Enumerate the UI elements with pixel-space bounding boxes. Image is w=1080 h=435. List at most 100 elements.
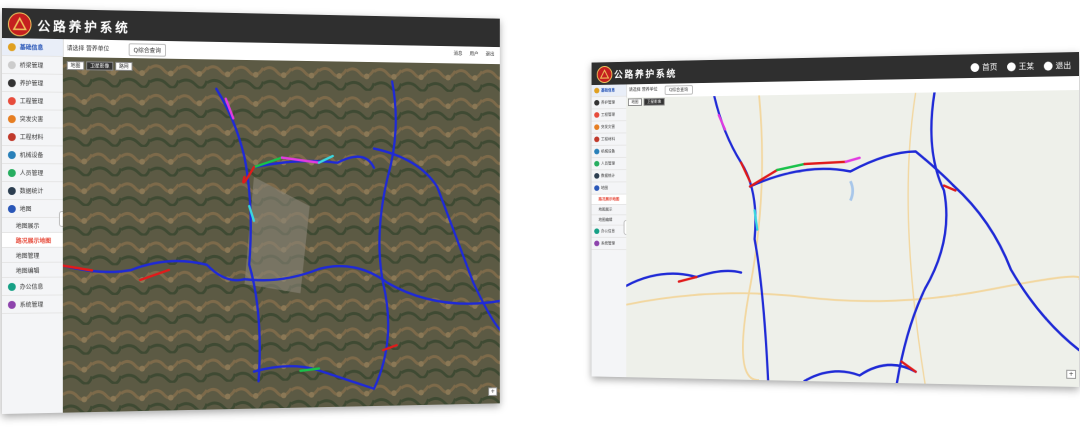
wrench-icon	[7, 78, 16, 87]
sidebar-item[interactable]: 机械设备	[591, 145, 627, 159]
sidebar-item-label: 工程材料	[19, 134, 44, 142]
sidebar-item-label: 地图	[601, 185, 609, 190]
road-map-canvas	[626, 90, 1079, 387]
home-icon	[7, 42, 16, 51]
sidebar-item[interactable]: 地图展示	[591, 204, 627, 216]
logout-label: 退出	[1055, 61, 1072, 71]
sidebar-item[interactable]: 数据统计	[2, 182, 63, 201]
logout-button[interactable]: 退出	[1043, 60, 1072, 72]
sidebar-item[interactable]: 工程材料	[591, 133, 627, 146]
sidebar-item[interactable]: 机械设备	[2, 146, 63, 165]
menu-icon	[594, 173, 600, 179]
sidebar-item[interactable]: 突发灾害	[2, 110, 63, 129]
sidebar-item[interactable]: 路况展示地图	[591, 194, 627, 205]
sidebar-item[interactable]: 地图编辑	[2, 262, 63, 278]
sidebar-item[interactable]: 人员管理	[591, 157, 627, 171]
unit-select[interactable]: 请选择 营养单位	[629, 87, 658, 93]
sidebar-item-label: 系统管理	[19, 301, 44, 309]
sidebar-item[interactable]: 基础信息	[2, 38, 63, 57]
app-title: 公路养护系统	[614, 69, 678, 81]
sidebar-item-label: 路况展示地图	[598, 196, 620, 202]
sidebar-item[interactable]: 系统管理	[2, 295, 63, 314]
map-type-buttons: 地图 卫星影像	[627, 97, 665, 107]
sidebar-item[interactable]: 养护管理	[2, 74, 63, 93]
search-input[interactable]: Q综合查询	[128, 43, 166, 57]
user-icon	[1007, 62, 1016, 72]
gear-icon	[7, 96, 16, 105]
sidebar-item[interactable]: 地图编辑	[591, 215, 627, 226]
logout-link[interactable]: 退出	[486, 51, 495, 58]
zoom-control[interactable]: +	[488, 387, 498, 396]
home-label: 首页	[982, 62, 998, 72]
user-label: 王某	[1018, 61, 1035, 72]
map-button-map[interactable]: 地图	[66, 61, 85, 71]
menu-icon	[594, 136, 600, 143]
messages-link[interactable]: 消息	[453, 50, 462, 57]
sidebar-item[interactable]: 地图	[591, 182, 627, 195]
sidebar-item-label: 地图展示	[15, 222, 40, 230]
sidebar-item[interactable]: 地图	[2, 200, 63, 218]
sidebar-item-label: 突发灾害	[601, 124, 615, 129]
sidebar-item-label: 机械设备	[19, 152, 44, 160]
sidebar-item[interactable]: 办公信息	[591, 225, 627, 238]
sidebar-item[interactable]: 数据统计	[591, 170, 627, 183]
sidebar-item-label: 工程材料	[601, 136, 615, 142]
logout-icon	[1043, 61, 1053, 71]
app-title: 公路养护系统	[37, 19, 131, 37]
sidebar-item-label: 养护管理	[601, 99, 615, 105]
sidebar-item[interactable]: 系统管理	[591, 237, 627, 251]
unit-select[interactable]: 请选择 营养单位	[67, 43, 110, 53]
road-map-window: 公路养护系统 首页 王某 退出 请选择 营养单位 Q综合查询 基础信息 养护管理工…	[591, 52, 1079, 387]
box-icon	[7, 132, 16, 141]
map-button-map[interactable]: 地图	[627, 98, 642, 107]
logo-icon	[7, 12, 32, 37]
search-input[interactable]: Q综合查询	[664, 85, 693, 96]
sidebar-item-label: 突发灾害	[19, 116, 44, 124]
sidebar-item[interactable]: 工程管理	[2, 92, 63, 111]
menu-icon	[594, 160, 600, 167]
sidebar-item[interactable]: 基础信息	[591, 84, 627, 98]
sidebar-item-label: 地图	[19, 206, 32, 213]
sidebar: 基础信息 养护管理工程管理突发灾害工程材料机械设备人员管理 数据统计地图路况展示地图…	[591, 84, 628, 378]
sidebar-item[interactable]: 地图管理	[2, 247, 63, 263]
map-button-satellite[interactable]: 卫星影像	[643, 97, 665, 106]
sidebar-item-label: 办公信息	[601, 228, 615, 234]
menu-icon	[594, 228, 600, 235]
zoom-control[interactable]: +	[1066, 369, 1077, 379]
sidebar-item[interactable]: 工程管理	[591, 108, 627, 122]
sidebar-item-label: 地图编辑	[15, 267, 40, 275]
sidebar-item-label: 机械设备	[601, 148, 615, 154]
sidebar-item[interactable]: 桥梁管理	[2, 56, 63, 75]
sidebar-item-label: 系统管理	[601, 240, 615, 246]
user-link[interactable]: 用户	[470, 50, 479, 57]
home-button[interactable]: 首页	[970, 62, 998, 73]
satellite-map[interactable]: 地图 卫星影像 路网 +	[62, 56, 500, 413]
sidebar-item-label: 路况展示地图	[15, 237, 52, 245]
sidebar-item[interactable]: 工程材料	[2, 128, 63, 147]
menu-icon	[594, 112, 600, 118]
road-map[interactable]: 地图 卫星影像 +	[626, 90, 1079, 387]
sidebar-item-label: 基础信息	[19, 44, 44, 52]
sidebar-item-label: 桥梁管理	[19, 62, 44, 70]
home-icon	[970, 63, 980, 73]
sidebar-item-label: 地图编辑	[598, 217, 613, 222]
sidebar-item[interactable]: 人员管理	[2, 164, 63, 183]
user-button[interactable]: 王某	[1007, 61, 1034, 72]
sidebar-item-label: 地图管理	[15, 252, 40, 260]
sidebar-item[interactable]: 办公信息	[2, 277, 63, 296]
menu-icon	[594, 240, 600, 247]
menu-icon	[594, 99, 600, 106]
map-button-roads[interactable]: 路网	[115, 61, 133, 71]
satellite-map-window: 公路养护系统 请选择 营养单位 Q综合查询 消息 用户 退出 基础信息桥梁管理养…	[2, 8, 500, 414]
map-button-satellite[interactable]: 卫星影像	[86, 61, 114, 71]
sidebar-item[interactable]: 地图展示	[2, 217, 63, 233]
sidebar-item[interactable]: 养护管理	[591, 96, 627, 110]
sidebar-item-label: 数据统计	[19, 188, 44, 196]
sidebar-item[interactable]: 突发灾害	[591, 121, 627, 134]
sidebar-item[interactable]: 路况展示地图	[2, 232, 63, 248]
top-toolbar: 首页 王某 退出	[970, 60, 1072, 73]
menu-icon	[594, 87, 600, 94]
menu-icon	[594, 148, 600, 155]
header-actions: 消息 用户 退出	[453, 50, 494, 57]
sidebar-item-label: 数据统计	[601, 172, 615, 178]
